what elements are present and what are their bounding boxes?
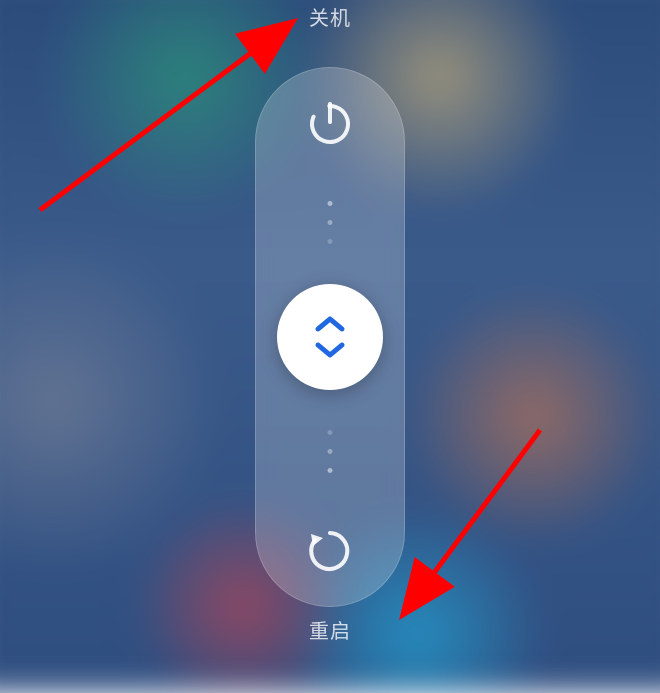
shutdown-label: 关机 [309, 2, 351, 31]
restart-icon [305, 526, 355, 576]
slider-handle[interactable] [277, 284, 383, 390]
drag-handle-icon [310, 313, 350, 361]
restart-label: 重启 [309, 615, 351, 644]
power-slider-track[interactable] [255, 67, 405, 607]
power-icon [304, 98, 356, 150]
power-menu-overlay: 关机 [0, 0, 660, 660]
